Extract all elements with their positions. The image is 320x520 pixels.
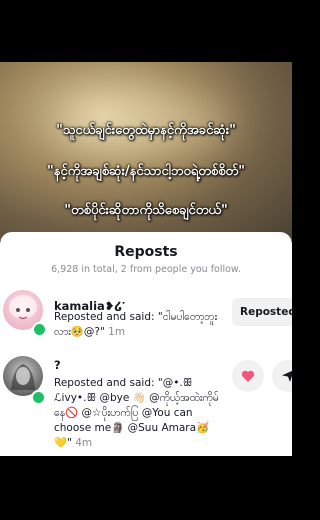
video-background[interactable]: "သူငယ်ချင်းတွေထဲမှာနင့်ကိုအခင်ဆုံး" "နင့… (0, 62, 292, 240)
caption-line-2: "နင့်ကိုအချစ်ဆုံး/နင်သာငါ့ဘဝရဲ့တစ်စိတ်" (47, 164, 245, 179)
repost-row[interactable]: ? Reposted and said: "@•.ꕥ ℒivy•.ꕥ @bye … (0, 352, 292, 456)
share-button[interactable] (272, 360, 292, 392)
caption-line-3: "တစ်ပိုင်းဆိုတာကိုသိစေချင်တယ်" (64, 203, 228, 218)
bottom-area (0, 456, 292, 520)
repost-row[interactable]: kamalia❥໒་ Reposted and said: "ငါမပါတော့… (0, 284, 292, 340)
repost-time: 1m (108, 326, 126, 338)
share-icon (282, 370, 292, 382)
repost-comment: Reposted and said: "ငါမပါတော့ဘူးလား🥺@?" … (54, 310, 226, 340)
repost-comment: Reposted and said: "@•.ꕥ ℒivy•.ꕥ @bye 👋🏻… (54, 376, 226, 451)
reposts-title: Reposts (114, 244, 178, 260)
heart-icon (241, 370, 255, 382)
caption-line-1: "သူငယ်ချင်းတွေထဲမှာနင့်ကိုအခင်ဆုံး" (56, 123, 236, 138)
username[interactable]: ? (54, 358, 61, 372)
reposts-summary: 6,928 in total, 2 from people you follow… (51, 264, 241, 275)
repost-comment-text: Reposted and said: "ငါမပါတော့ဘူးလား🥺@?" (54, 311, 218, 338)
online-status-dot (31, 390, 46, 405)
status-bar-area (0, 0, 292, 62)
like-button[interactable] (232, 360, 264, 392)
reposted-button[interactable]: Reposted (232, 298, 292, 326)
reposts-panel: Reposts 6,928 in total, 2 from people yo… (0, 232, 292, 456)
online-status-dot (32, 322, 47, 337)
repost-time: 4m (75, 437, 93, 449)
